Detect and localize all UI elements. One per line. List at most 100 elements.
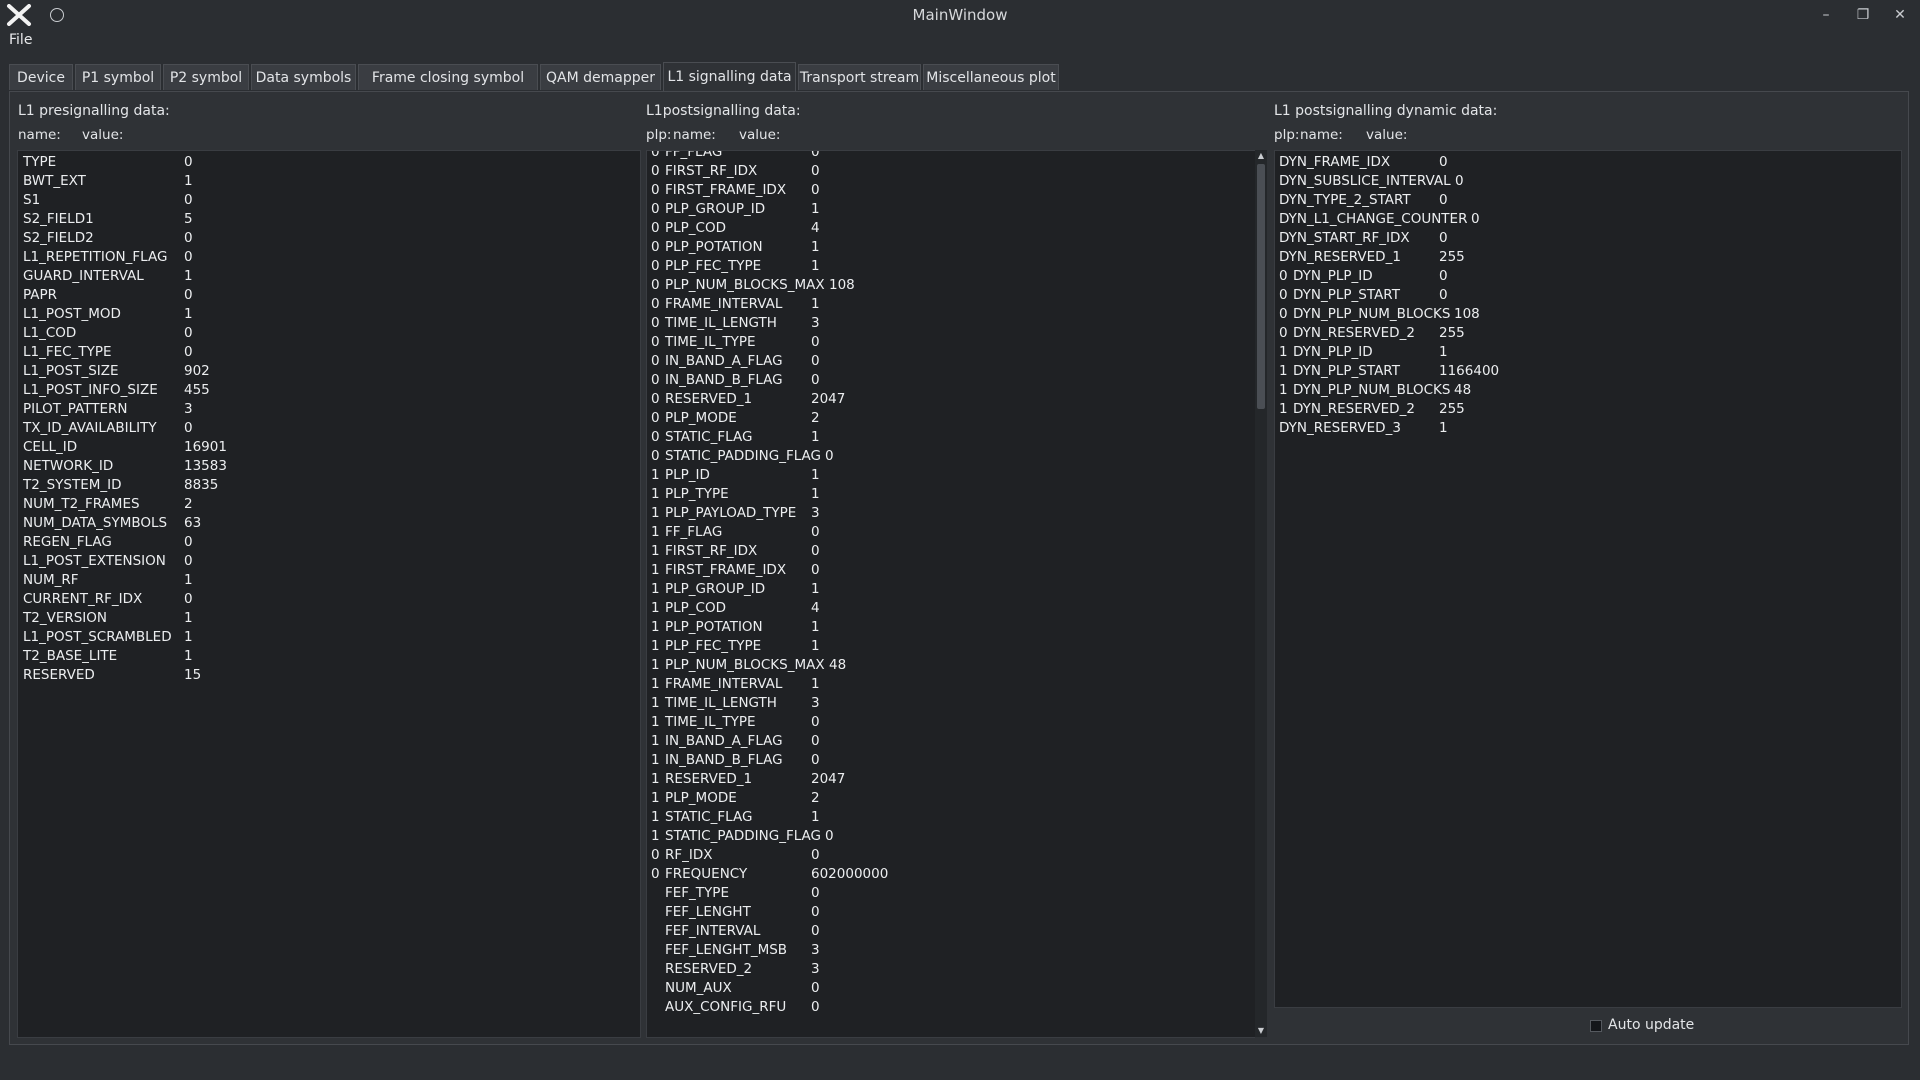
presignalling-row[interactable]: S2_FIELD1 5 xyxy=(18,210,640,229)
postsignalling-row[interactable]: 0 STATIC_PADDING_FLAG 0 xyxy=(647,447,1255,466)
presignalling-row[interactable]: RESERVED 15 xyxy=(18,666,640,685)
presignalling-row[interactable]: L1_POST_SCRAMBLED 1 xyxy=(18,628,640,647)
tab-p2-symbol[interactable]: P2 symbol xyxy=(163,64,249,90)
postsignalling-row[interactable]: 0 PLP_GROUP_ID 1 xyxy=(647,200,1255,219)
presignalling-row[interactable]: CURRENT_RF_IDX 0 xyxy=(18,590,640,609)
postsignalling-row[interactable]: 0 FRAME_INTERVAL 1 xyxy=(647,295,1255,314)
postsignalling-row[interactable]: FEF_TYPE 0 xyxy=(647,884,1255,903)
close-button[interactable]: ✕ xyxy=(1891,6,1909,24)
restore-button[interactable]: ❐ xyxy=(1854,6,1872,24)
tab-miscellaneous-plot[interactable]: Miscellaneous plot xyxy=(923,64,1059,90)
dynamic-row[interactable]: DYN_TYPE_2_START 0 xyxy=(1275,191,1901,210)
presignalling-row[interactable]: PILOT_PATTERN 3 xyxy=(18,400,640,419)
scroll-down-arrow-icon[interactable]: ▼ xyxy=(1255,1025,1267,1037)
postsignalling-row[interactable]: NUM_AUX 0 xyxy=(647,979,1255,998)
postsignalling-row[interactable]: 0 TIME_IL_LENGTH 3 xyxy=(647,314,1255,333)
postsignalling-scrollbar[interactable]: ▲ ▼ xyxy=(1255,150,1267,1037)
dynamic-row[interactable]: DYN_RESERVED_1 255 xyxy=(1275,248,1901,267)
postsignalling-row[interactable]: 0 PLP_FEC_TYPE 1 xyxy=(647,257,1255,276)
presignalling-row[interactable]: PAPR 0 xyxy=(18,286,640,305)
postsignalling-row[interactable]: 1 IN_BAND_A_FLAG 0 xyxy=(647,732,1255,751)
postsignalling-row[interactable]: 0 IN_BAND_B_FLAG 0 xyxy=(647,371,1255,390)
postsignalling-row[interactable]: 0 FIRST_RF_IDX 0 xyxy=(647,162,1255,181)
postsignalling-row[interactable]: 1 PLP_FEC_TYPE 1 xyxy=(647,637,1255,656)
presignalling-row[interactable]: NUM_T2_FRAMES 2 xyxy=(18,495,640,514)
postsignalling-row[interactable]: 1 FF_FLAG 0 xyxy=(647,523,1255,542)
postsignalling-row[interactable]: 1 PLP_TYPE 1 xyxy=(647,485,1255,504)
dynamic-row[interactable]: 1 DYN_PLP_NUM_BLOCKS 48 xyxy=(1275,381,1901,400)
postsignalling-row[interactable]: AUX_CONFIG_RFU 0 xyxy=(647,998,1255,1017)
menu-file[interactable]: File xyxy=(9,32,32,48)
postsignalling-row[interactable]: 1 PLP_ID 1 xyxy=(647,466,1255,485)
tab-p1-symbol[interactable]: P1 symbol xyxy=(75,64,161,90)
presignalling-row[interactable]: BWT_EXT 1 xyxy=(18,172,640,191)
tab-transport-stream[interactable]: Transport stream xyxy=(798,64,921,90)
postsignalling-row[interactable]: 0 RF_IDX 0 xyxy=(647,846,1255,865)
tab-l1-signalling-data[interactable]: L1 signalling data xyxy=(663,62,796,92)
dynamic-row[interactable]: DYN_RESERVED_3 1 xyxy=(1275,419,1901,438)
presignalling-row[interactable]: S2_FIELD2 0 xyxy=(18,229,640,248)
presignalling-row[interactable]: T2_VERSION 1 xyxy=(18,609,640,628)
presignalling-list[interactable]: TYPE 0 BWT_EXT 1 S1 0 S2_FIELD1 5 S2_FIELD2 0 L1_R… xyxy=(17,150,641,1038)
dynamic-row[interactable]: 0 DYN_RESERVED_2 255 xyxy=(1275,324,1901,343)
scroll-up-arrow-icon[interactable]: ▲ xyxy=(1255,150,1267,162)
postsignalling-row[interactable]: 1 IN_BAND_B_FLAG 0 xyxy=(647,751,1255,770)
dynamic-row[interactable]: 0 DYN_PLP_ID 0 xyxy=(1275,267,1901,286)
dynamic-row[interactable]: 1 DYN_PLP_ID 1 xyxy=(1275,343,1901,362)
postsignalling-row[interactable]: 1 STATIC_FLAG 1 xyxy=(647,808,1255,827)
dynamic-row[interactable]: 0 DYN_PLP_START 0 xyxy=(1275,286,1901,305)
dynamic-row[interactable]: DYN_L1_CHANGE_COUNTER 0 xyxy=(1275,210,1901,229)
postsignalling-row[interactable]: FEF_INTERVAL 0 xyxy=(647,922,1255,941)
dynamic-row[interactable]: DYN_SUBSLICE_INTERVAL 0 xyxy=(1275,172,1901,191)
presignalling-row[interactable]: L1_POST_SIZE 902 xyxy=(18,362,640,381)
postsignalling-row[interactable]: 0 STATIC_FLAG 1 xyxy=(647,428,1255,447)
postsignalling-row[interactable]: 1 RESERVED_1 2047 xyxy=(647,770,1255,789)
presignalling-row[interactable]: T2_BASE_LITE 1 xyxy=(18,647,640,666)
postsignalling-row[interactable]: 1 FIRST_RF_IDX 0 xyxy=(647,542,1255,561)
dynamic-row[interactable]: 0 DYN_PLP_NUM_BLOCKS 108 xyxy=(1275,305,1901,324)
presignalling-row[interactable]: TYPE 0 xyxy=(18,153,640,172)
dynamic-list[interactable]: DYN_FRAME_IDX 0 DYN_SUBSLICE_INTERVAL 0 DYN_… xyxy=(1274,150,1902,1008)
postsignalling-row[interactable]: 1 PLP_PAYLOAD_TYPE 3 xyxy=(647,504,1255,523)
dynamic-row[interactable]: 1 DYN_PLP_START 1166400 xyxy=(1275,362,1901,381)
presignalling-row[interactable]: NETWORK_ID 13583 xyxy=(18,457,640,476)
tab-frame-closing-symbol[interactable]: Frame closing symbol xyxy=(358,64,538,90)
presignalling-row[interactable]: S1 0 xyxy=(18,191,640,210)
postsignalling-list[interactable]: 0 FF_FLAG 0 0 FIRST_RF_IDX 0 0 FIRST_FRAME_IDX 0… xyxy=(646,150,1255,1038)
postsignalling-row[interactable]: 0 PLP_NUM_BLOCKS_MAX 108 xyxy=(647,276,1255,295)
postsignalling-row[interactable]: RESERVED_2 3 xyxy=(647,960,1255,979)
presignalling-row[interactable]: NUM_RF 1 xyxy=(18,571,640,590)
postsignalling-row[interactable]: 1 PLP_POTATION 1 xyxy=(647,618,1255,637)
postsignalling-row[interactable]: 0 FIRST_FRAME_IDX 0 xyxy=(647,181,1255,200)
postsignalling-row[interactable]: 0 PLP_MODE 2 xyxy=(647,409,1255,428)
postsignalling-row[interactable]: 0 TIME_IL_TYPE 0 xyxy=(647,333,1255,352)
presignalling-row[interactable]: L1_FEC_TYPE 0 xyxy=(18,343,640,362)
presignalling-row[interactable]: L1_POST_INFO_SIZE 455 xyxy=(18,381,640,400)
presignalling-row[interactable]: REGEN_FLAG 0 xyxy=(18,533,640,552)
presignalling-row[interactable]: TX_ID_AVAILABILITY 0 xyxy=(18,419,640,438)
postsignalling-row[interactable]: 1 PLP_NUM_BLOCKS_MAX 48 xyxy=(647,656,1255,675)
tab-qam-demapper[interactable]: QAM demapper xyxy=(540,64,661,90)
postsignalling-row[interactable]: 1 TIME_IL_LENGTH 3 xyxy=(647,694,1255,713)
dynamic-row[interactable]: 1 DYN_RESERVED_2 255 xyxy=(1275,400,1901,419)
presignalling-row[interactable]: L1_COD 0 xyxy=(18,324,640,343)
presignalling-row[interactable]: NUM_DATA_SYMBOLS 63 xyxy=(18,514,640,533)
postsignalling-row[interactable]: 1 PLP_GROUP_ID 1 xyxy=(647,580,1255,599)
scroll-thumb[interactable] xyxy=(1257,164,1265,409)
postsignalling-row[interactable]: 1 STATIC_PADDING_FLAG 0 xyxy=(647,827,1255,846)
postsignalling-row[interactable]: 1 FIRST_FRAME_IDX 0 xyxy=(647,561,1255,580)
tab-device[interactable]: Device xyxy=(9,64,73,90)
dynamic-row[interactable]: DYN_START_RF_IDX 0 xyxy=(1275,229,1901,248)
postsignalling-row[interactable]: 0 FREQUENCY 602000000 xyxy=(647,865,1255,884)
postsignalling-row[interactable]: 0 PLP_POTATION 1 xyxy=(647,238,1255,257)
presignalling-row[interactable]: L1_POST_MOD 1 xyxy=(18,305,640,324)
presignalling-row[interactable]: T2_SYSTEM_ID 8835 xyxy=(18,476,640,495)
postsignalling-row[interactable]: 0 IN_BAND_A_FLAG 0 xyxy=(647,352,1255,371)
postsignalling-row[interactable]: FEF_LENGHT 0 xyxy=(647,903,1255,922)
postsignalling-row[interactable]: 1 TIME_IL_TYPE 0 xyxy=(647,713,1255,732)
postsignalling-row[interactable]: FEF_LENGHT_MSB 3 xyxy=(647,941,1255,960)
postsignalling-row[interactable]: 0 FF_FLAG 0 xyxy=(647,151,1255,162)
dynamic-row[interactable]: DYN_FRAME_IDX 0 xyxy=(1275,153,1901,172)
tab-data-symbols[interactable]: Data symbols xyxy=(251,64,356,90)
postsignalling-row[interactable]: 1 FRAME_INTERVAL 1 xyxy=(647,675,1255,694)
